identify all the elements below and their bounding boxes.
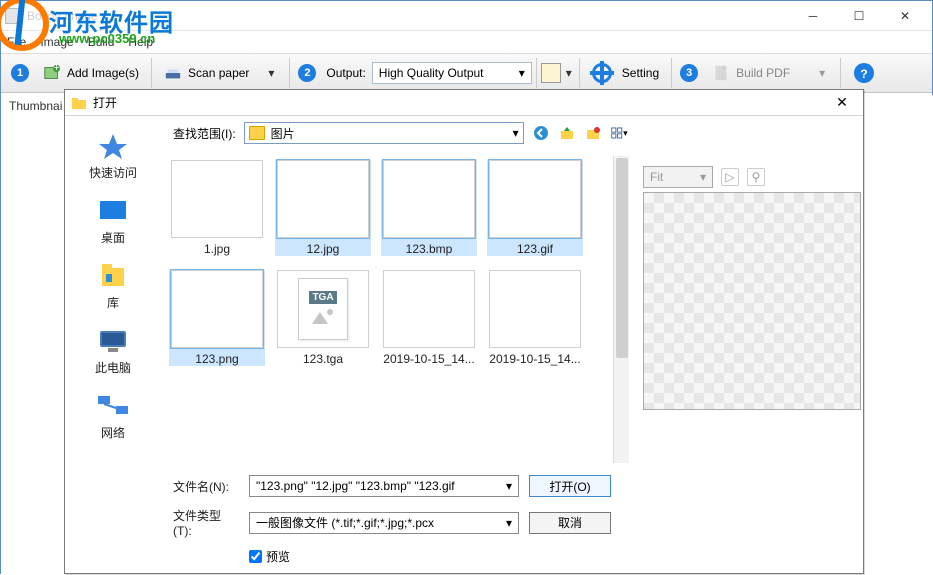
zoom-icon[interactable]: ⚲ [747,168,765,186]
filename-input[interactable]: "123.png" "12.jpg" "123.bmp" "123.gif ▾ [249,475,519,497]
sidebar-item-libraries[interactable]: 库 [73,256,153,317]
file-item[interactable]: 123.gif [487,160,583,256]
file-name: 123.tga [275,352,371,366]
svg-text:+: + [53,64,59,74]
preview-checkbox[interactable] [249,550,262,563]
menu-build[interactable]: Build [88,35,115,49]
open-file-dialog: 打开 ✕ 快速访问 桌面 库 此电脑 [64,89,864,574]
preview-checkbox-label: 预览 [266,548,290,565]
minimize-button[interactable]: ─ [790,1,836,31]
up-folder-icon[interactable] [558,124,576,142]
chevron-down-icon: ▾ [816,66,828,80]
main-toolbar: 1 + Add Image(s) Scan paper ▾ 2 Output: … [1,53,932,93]
file-name: 123.bmp [381,242,477,256]
places-sidebar: 快速访问 桌面 库 此电脑 网络 [65,116,161,573]
add-images-button[interactable]: + Add Image(s) [35,60,147,86]
sidebar-item-quickaccess[interactable]: 快速访问 [73,126,153,187]
help-button[interactable]: ? [845,58,883,88]
close-button[interactable]: ✕ [882,1,928,31]
folder-open-icon [71,95,87,111]
look-in-label: 查找范围(I): [173,125,236,142]
file-item[interactable]: TGA123.tga [275,270,371,366]
look-in-combo[interactable]: 图片 ▾ [244,122,524,144]
star-icon [96,132,130,160]
file-name: 123.gif [487,242,583,256]
file-item[interactable]: 2019-10-15_14... [381,270,477,366]
pdf-icon [712,64,730,82]
maximize-button[interactable]: ☐ [836,1,882,31]
cancel-button[interactable]: 取消 [529,512,611,534]
file-item[interactable]: 123.bmp [381,160,477,256]
file-name: 2019-10-15_14... [381,352,477,366]
chevron-down-icon: ▾ [506,516,512,530]
sidebar-item-desktop[interactable]: 桌面 [73,191,153,252]
setting-button[interactable]: Setting [584,59,667,87]
scan-paper-button[interactable]: Scan paper ▾ [156,60,285,86]
view-mode-icon[interactable]: ▾ [610,124,628,142]
filename-label: 文件名(N): [173,478,239,495]
back-icon[interactable] [532,124,550,142]
folder-icon [249,126,265,140]
network-icon [96,392,130,420]
library-icon [96,262,130,290]
preview-canvas [643,192,861,410]
desktop-icon [96,197,130,225]
add-image-icon: + [43,64,61,82]
open-button[interactable]: 打开(O) [529,475,611,497]
scanner-icon [164,64,182,82]
menu-image[interactable]: Image [40,35,73,49]
sidebar-item-network[interactable]: 网络 [73,386,153,447]
dialog-main: 查找范围(I): 图片 ▾ ▾ [161,116,863,573]
chevron-down-icon: ▾ [506,479,512,493]
step-1-badge: 1 [11,64,29,82]
main-window: 河东软件园 www.pc0359.cn Boxoft Image ... ─ ☐… [0,0,933,574]
file-name: 2019-10-15_14... [487,352,583,366]
dialog-close-button[interactable]: ✕ [827,94,857,111]
chevron-down-icon: ▾ [700,170,706,184]
computer-icon [96,327,130,355]
dialog-titlebar: 打开 ✕ [65,90,863,116]
menu-file[interactable]: File [7,35,26,49]
chevron-down-icon: ▾ [519,66,525,80]
step-3-badge: 3 [680,64,698,82]
file-name: 12.jpg [275,242,371,256]
sidebar-item-thispc[interactable]: 此电脑 [73,321,153,382]
file-list[interactable]: 1.jpg 12.jpg 123.bmp 123.gif 123.png TGA123.t… [165,156,613,463]
file-item[interactable]: 1.jpg [169,160,265,256]
svg-text:?: ? [861,67,868,81]
step-2-badge: 2 [298,64,316,82]
window-title: Boxoft Image ... [27,9,111,23]
filetype-select[interactable]: 一般图像文件 (*.tif;*.gif;*.jpg;*.pcx ▾ [249,512,519,534]
build-pdf-button[interactable]: Build PDF ▾ [704,60,836,86]
chevron-down-icon: ▾ [513,126,519,140]
menu-help[interactable]: Help [128,35,153,49]
menubar: File Image Build Help [1,31,932,53]
file-name: 123.png [169,352,265,366]
zoom-fit-select[interactable]: Fit▾ [643,166,713,188]
help-icon: ? [853,62,875,84]
scrollbar[interactable] [613,156,629,463]
file-item[interactable]: 2019-10-15_14... [487,270,583,366]
output-label: Output: [326,66,365,80]
chevron-down-icon[interactable]: ▾ [563,66,575,80]
new-folder-icon[interactable] [584,124,602,142]
file-name: 1.jpg [169,242,265,256]
filetype-label: 文件类型(T): [173,507,239,538]
play-icon[interactable]: ▷ [721,168,739,186]
dialog-title: 打开 [93,94,117,111]
color-swatch[interactable] [541,63,561,83]
output-quality-select[interactable]: High Quality Output ▾ [372,62,532,84]
titlebar: Boxoft Image ... ─ ☐ ✕ [1,1,932,31]
file-item[interactable]: 123.png [169,270,265,366]
gear-icon [592,63,612,83]
preview-pane: Fit▾ ▷ ⚲ [629,156,859,463]
file-item[interactable]: 12.jpg [275,160,371,256]
app-icon [5,8,21,24]
chevron-down-icon[interactable]: ▾ [265,66,277,80]
